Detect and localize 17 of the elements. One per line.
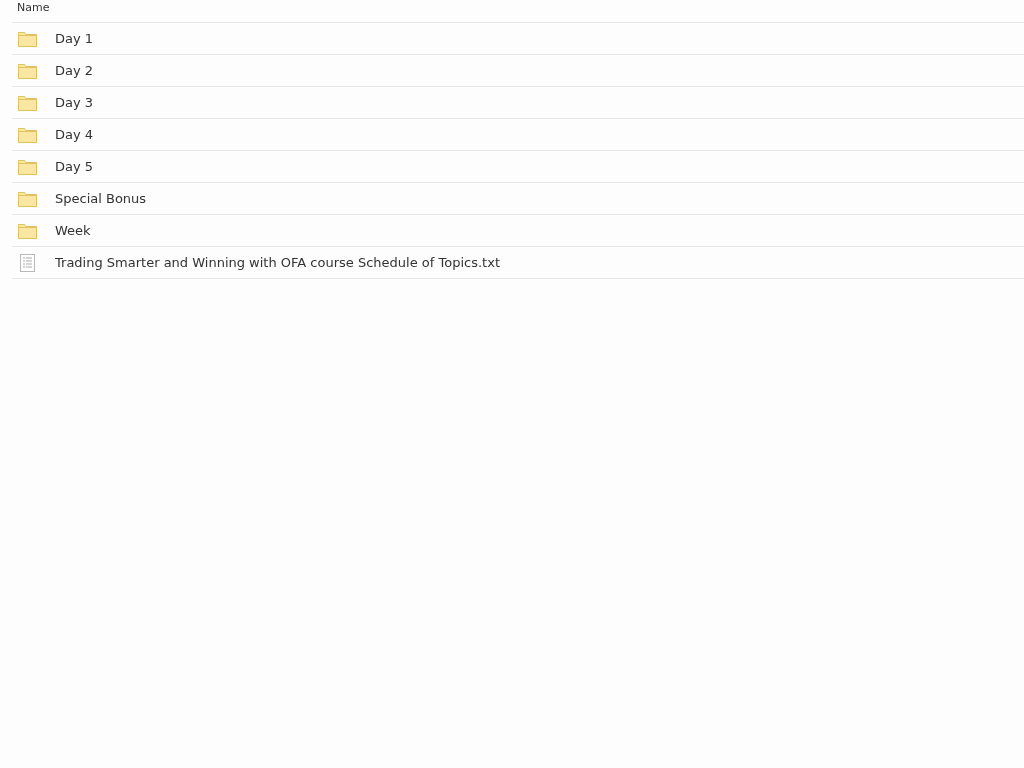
folder-icon [18,30,37,47]
file-name[interactable]: Day 3 [55,95,94,110]
file-name[interactable]: Day 2 [55,63,94,78]
text-file-icon [18,253,37,272]
folder-icon [18,62,37,79]
folder-icon [18,94,37,111]
file-name[interactable]: Trading Smarter and Winning with OFA course Schedule of Topics.txt [55,255,500,270]
folder-icon [18,158,37,175]
file-name[interactable]: Week [55,223,91,238]
file-name[interactable]: Day 5 [55,159,94,174]
folder-icon [18,222,37,239]
column-header[interactable]: Name [17,1,50,14]
folder-icon [18,190,37,207]
file-name[interactable]: Day 4 [55,127,94,142]
file-name[interactable]: Special Bonus [55,191,147,206]
file-name[interactable]: Day 1 [55,31,94,46]
folder-icon [18,126,37,143]
